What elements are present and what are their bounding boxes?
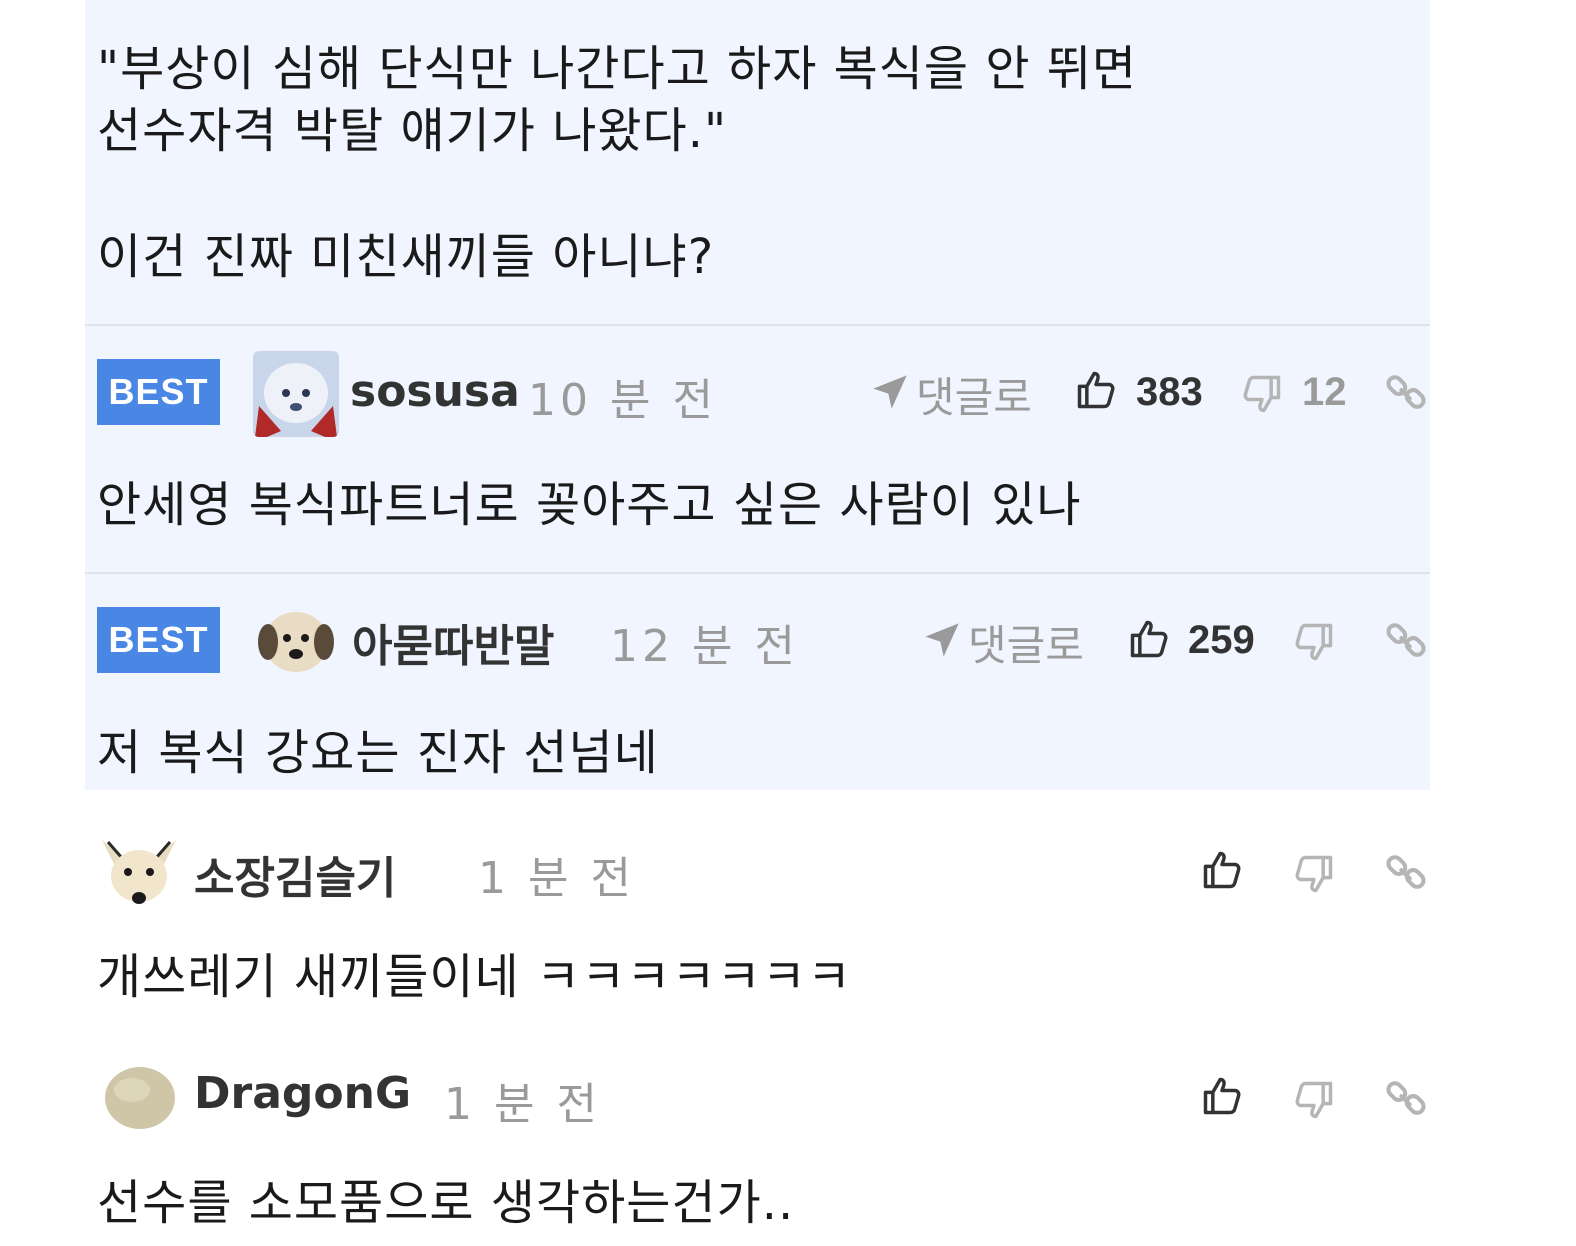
send-arrow-icon	[870, 372, 910, 412]
chihuahua-avatar-icon[interactable]	[98, 836, 180, 914]
comment-time: 1 분 전	[444, 1079, 601, 1130]
blob-avatar-icon[interactable]	[102, 1064, 178, 1132]
thumbs-down-icon[interactable]	[1240, 372, 1284, 416]
comment-time: 1 분 전	[478, 853, 635, 904]
comment-nickname[interactable]: DragonG	[194, 1068, 411, 1119]
comment-text: 개쓰레기 새끼들이네 ㅋㅋㅋㅋㅋㅋㅋ	[97, 949, 853, 1005]
link-icon[interactable]	[1384, 850, 1428, 894]
link-icon[interactable]	[1384, 370, 1428, 414]
puppy-avatar-icon[interactable]	[254, 600, 338, 680]
comment-text: 저 복식 강요는 진자 선넘네	[97, 725, 659, 781]
thumbs-up-icon[interactable]	[1200, 848, 1244, 892]
comment-text: 선수를 소모품으로 생각하는건가..	[97, 1175, 795, 1231]
dog-avatar-icon[interactable]	[253, 351, 339, 437]
thumbs-up-icon[interactable]	[1127, 617, 1171, 661]
link-icon[interactable]	[1384, 618, 1428, 662]
dislike-count: 12	[1302, 370, 1347, 414]
divider	[85, 572, 1430, 574]
thumbs-up-icon[interactable]	[1200, 1074, 1244, 1118]
like-count: 259	[1188, 618, 1255, 662]
like-count: 383	[1136, 370, 1203, 414]
comment-nickname[interactable]: 소장김슬기	[194, 842, 396, 906]
send-arrow-icon	[922, 620, 962, 660]
reply-label: 댓글로	[916, 373, 1032, 422]
best-badge: BEST	[97, 359, 220, 425]
post-excerpt-line-3: 이건 진짜 미친새끼들 아니냐?	[97, 229, 715, 285]
post-excerpt-line-1: "부상이 심해 단식만 나간다고 하자 복식을 안 뛰면	[97, 41, 1138, 97]
thumbs-up-icon[interactable]	[1074, 368, 1118, 412]
comment-nickname[interactable]: sosusa	[350, 366, 520, 417]
link-icon[interactable]	[1384, 1076, 1428, 1120]
divider	[85, 324, 1430, 326]
best-badge: BEST	[97, 607, 220, 673]
comment-nickname[interactable]: 아묻따반말	[352, 610, 554, 674]
reply-label: 댓글로	[968, 621, 1084, 670]
thumbs-down-icon[interactable]	[1292, 620, 1336, 664]
thumbs-down-icon[interactable]	[1292, 1078, 1336, 1122]
comment-text: 안세영 복식파트너로 꽂아주고 싶은 사람이 있나	[97, 477, 1082, 533]
thumbs-down-icon[interactable]	[1292, 852, 1336, 896]
post-excerpt-line-2: 선수자격 박탈 얘기가 나왔다."	[97, 103, 728, 159]
comment-time: 12 분 전	[610, 621, 799, 672]
comment-time: 10 분 전	[528, 375, 717, 426]
